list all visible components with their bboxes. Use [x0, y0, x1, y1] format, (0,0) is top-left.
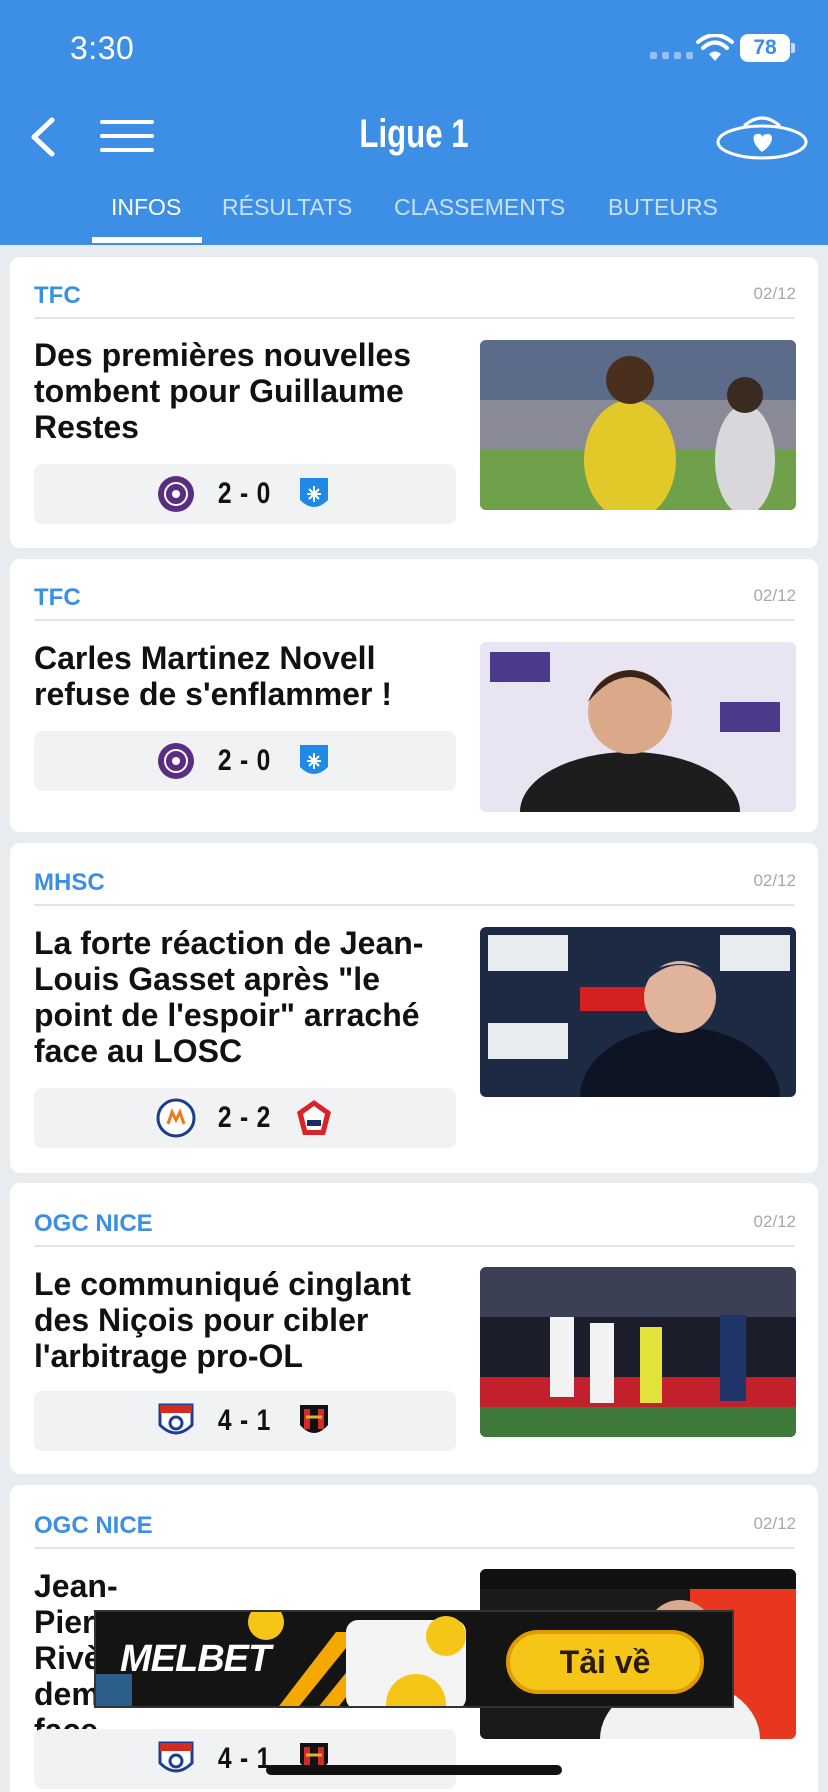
team-label: TFC [34, 584, 81, 611]
divider [34, 1547, 794, 1549]
divider [34, 317, 794, 319]
tab-resultats[interactable]: RÉSULTATS [222, 194, 352, 221]
ad-brand: MELBET [120, 1638, 271, 1680]
team-label: MHSC [34, 869, 105, 896]
divider [34, 904, 794, 906]
auxerre-logo-icon [299, 745, 328, 774]
lyon-logo-icon [158, 1403, 194, 1435]
article-date: 02/12 [753, 871, 796, 890]
tab-infos[interactable]: INFOS [111, 194, 181, 221]
divider [34, 1245, 794, 1247]
match-score: 2 - 0 [218, 744, 272, 777]
page-title: Ligue 1 [359, 112, 469, 156]
match-score: 2 - 2 [218, 1101, 272, 1134]
article-date: 02/12 [753, 284, 796, 303]
tab-buteurs[interactable]: BUTEURS [608, 194, 718, 221]
team-label: TFC [34, 282, 81, 309]
wifi-icon [696, 34, 734, 61]
article-headline: Des premières nouvelles tombent pour Gui… [34, 337, 412, 445]
match-score: 2 - 0 [218, 477, 272, 510]
match-score-box[interactable]: 4 - 1 [34, 1729, 456, 1789]
status-time: 3:30 [70, 30, 135, 66]
news-card[interactable]: MHSC 02/12 La forte réaction de Jean-Lou… [10, 843, 818, 1173]
news-card[interactable]: TFC 02/12 Carles Martinez Novell refuse … [10, 559, 818, 832]
toulouse-logo-icon [158, 476, 195, 512]
article-date: 02/12 [753, 586, 796, 605]
home-indicator [266, 1765, 562, 1775]
news-card[interactable]: TFC 02/12 Des premières nouvelles tomben… [10, 257, 818, 548]
divider [34, 619, 794, 621]
battery-nub [791, 43, 795, 53]
section-tabs: INFOS RÉSULTATS CLASSEMENTS BUTEURS [0, 188, 828, 245]
lille-logo-icon [296, 1100, 331, 1135]
article-photo [480, 1267, 796, 1437]
news-card[interactable]: OGC NICE 02/12 Le communiqué cinglant de… [10, 1183, 818, 1474]
battery-indicator: 78 [740, 34, 790, 62]
team-label: OGC NICE [34, 1512, 153, 1539]
tab-classements[interactable]: CLASSEMENTS [394, 194, 565, 221]
match-score-box[interactable]: 2 - 0 [34, 731, 456, 791]
active-tab-indicator [92, 237, 202, 243]
lyon-logo-icon [158, 1741, 194, 1773]
cellular-signal-icon [650, 52, 693, 59]
ad-banner[interactable]: MELBET Tải về [94, 1610, 734, 1708]
favorites-globe-heart-icon[interactable] [714, 112, 810, 168]
match-score: 4 - 1 [218, 1742, 272, 1775]
ad-download-button[interactable]: Tải về [506, 1630, 704, 1694]
team-label: OGC NICE [34, 1210, 153, 1237]
montpellier-logo-icon [156, 1098, 196, 1138]
article-date: 02/12 [753, 1212, 796, 1231]
match-score-box[interactable]: 2 - 2 [34, 1088, 456, 1148]
back-button[interactable] [20, 112, 70, 162]
article-headline: La forte réaction de Jean-Louis Gasset a… [34, 925, 424, 1069]
article-headline: Le communiqué cinglant des Niçois pour c… [34, 1266, 411, 1374]
auxerre-logo-icon [299, 478, 328, 507]
article-photo [480, 927, 796, 1097]
match-score-box[interactable]: 4 - 1 [34, 1391, 456, 1451]
article-headline: Carles Martinez Novell refuse de s'enfla… [34, 640, 392, 712]
article-photo [480, 340, 796, 510]
match-score-box[interactable]: 2 - 0 [34, 464, 456, 524]
toulouse-logo-icon [158, 743, 195, 779]
match-score: 4 - 1 [218, 1404, 272, 1437]
app-header: 3:30 78 Ligue 1 INFOS RÉSULTATS CLASSEME… [0, 0, 828, 245]
ad-info-icon[interactable] [96, 1674, 132, 1706]
article-date: 02/12 [753, 1514, 796, 1533]
article-photo [480, 642, 796, 812]
nice-logo-icon [299, 1405, 328, 1433]
